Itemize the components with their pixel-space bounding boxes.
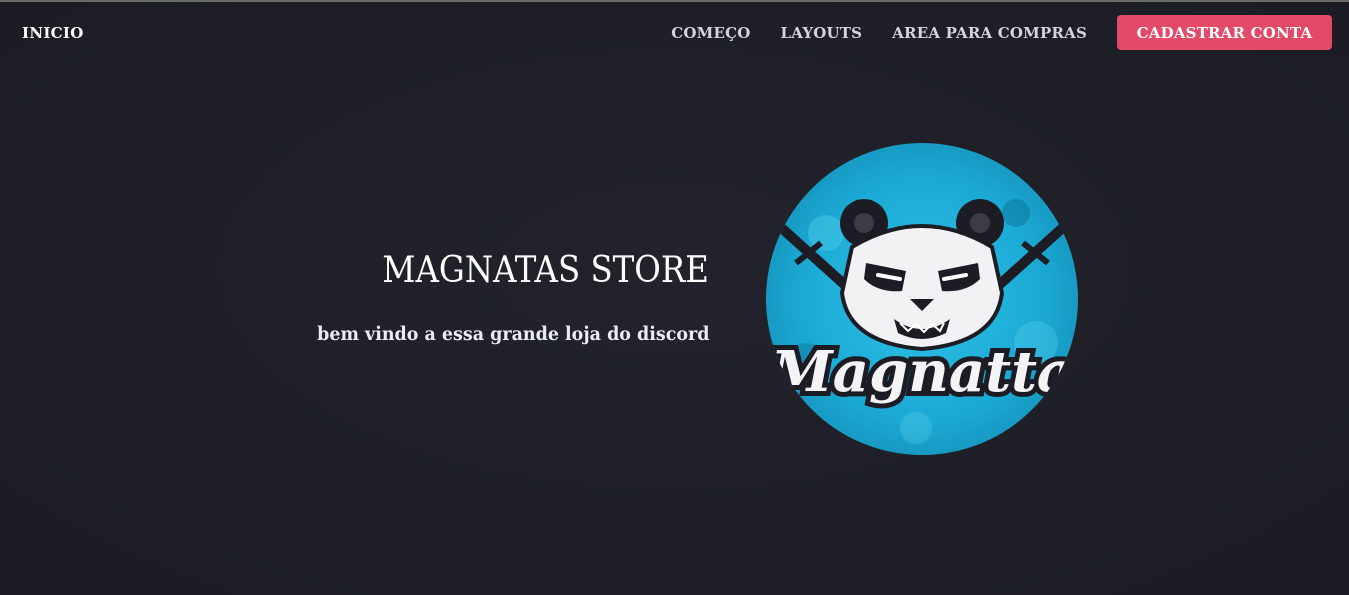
- logo-graphic: Magnatta Magnatta: [766, 199, 1078, 444]
- register-account-button[interactable]: CADASTRAR CONTA: [1117, 15, 1332, 50]
- nav-link-area-compras[interactable]: AREA PARA COMPRAS: [892, 24, 1087, 42]
- panda-mascot-icon: Magnatta Magnatta: [766, 143, 1078, 455]
- nav-brand-inicio[interactable]: INICIO: [22, 24, 84, 42]
- hero-title: MAGNATAS STORE: [382, 250, 709, 291]
- hero-subtitle: bem vindo a essa grande loja do discord: [316, 323, 709, 345]
- logo-wordmark: Magnatta: [769, 339, 1073, 405]
- nav-link-layouts[interactable]: LAYOUTS: [781, 24, 863, 42]
- nav-menu: COMEÇO LAYOUTS AREA PARA COMPRAS: [671, 24, 1087, 42]
- page-background: [0, 2, 1349, 595]
- nav-link-comeco[interactable]: COMEÇO: [671, 24, 750, 42]
- top-navbar: INICIO COMEÇO LAYOUTS AREA PARA COMPRAS …: [0, 2, 1349, 64]
